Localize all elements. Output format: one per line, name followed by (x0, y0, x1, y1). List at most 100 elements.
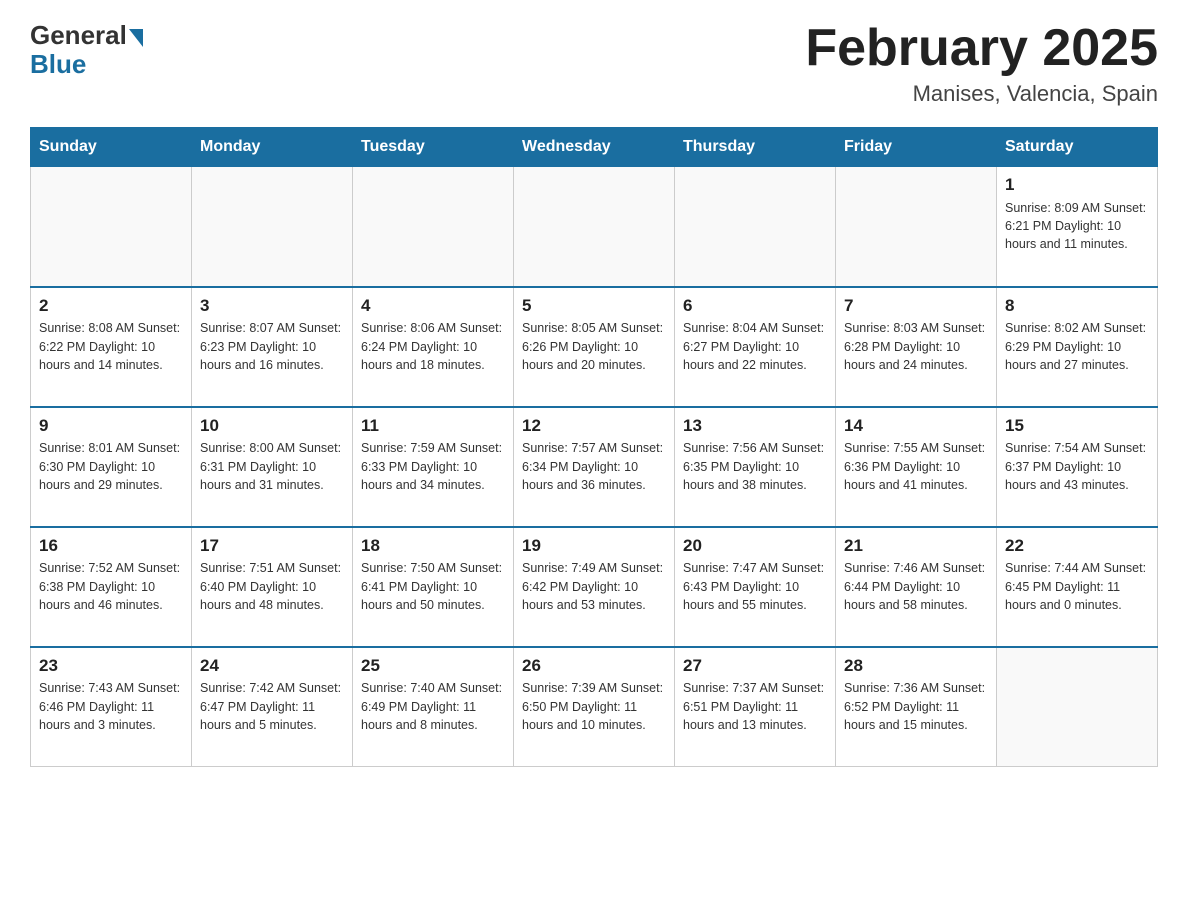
day-number: 17 (200, 534, 344, 558)
day-info: Sunrise: 8:07 AM Sunset: 6:23 PM Dayligh… (200, 319, 344, 373)
calendar-header-row: SundayMondayTuesdayWednesdayThursdayFrid… (31, 128, 1158, 167)
calendar-day-cell: 15Sunrise: 7:54 AM Sunset: 6:37 PM Dayli… (997, 407, 1158, 527)
day-info: Sunrise: 7:39 AM Sunset: 6:50 PM Dayligh… (522, 679, 666, 733)
day-number: 1 (1005, 173, 1149, 197)
day-of-week-header: Saturday (997, 128, 1158, 167)
day-number: 24 (200, 654, 344, 678)
day-info: Sunrise: 8:05 AM Sunset: 6:26 PM Dayligh… (522, 319, 666, 373)
day-info: Sunrise: 8:04 AM Sunset: 6:27 PM Dayligh… (683, 319, 827, 373)
page-header: General Blue February 2025 Manises, Vale… (30, 20, 1158, 107)
calendar-day-cell: 18Sunrise: 7:50 AM Sunset: 6:41 PM Dayli… (353, 527, 514, 647)
calendar-day-cell: 3Sunrise: 8:07 AM Sunset: 6:23 PM Daylig… (192, 287, 353, 407)
day-number: 12 (522, 414, 666, 438)
calendar-day-cell (997, 647, 1158, 767)
calendar-week-row: 2Sunrise: 8:08 AM Sunset: 6:22 PM Daylig… (31, 287, 1158, 407)
calendar-day-cell: 1Sunrise: 8:09 AM Sunset: 6:21 PM Daylig… (997, 167, 1158, 287)
day-number: 21 (844, 534, 988, 558)
day-number: 23 (39, 654, 183, 678)
calendar-day-cell (514, 167, 675, 287)
calendar-day-cell: 25Sunrise: 7:40 AM Sunset: 6:49 PM Dayli… (353, 647, 514, 767)
location-text: Manises, Valencia, Spain (805, 81, 1158, 107)
calendar-day-cell: 24Sunrise: 7:42 AM Sunset: 6:47 PM Dayli… (192, 647, 353, 767)
day-info: Sunrise: 7:57 AM Sunset: 6:34 PM Dayligh… (522, 439, 666, 493)
day-of-week-header: Tuesday (353, 128, 514, 167)
day-number: 28 (844, 654, 988, 678)
calendar-day-cell: 4Sunrise: 8:06 AM Sunset: 6:24 PM Daylig… (353, 287, 514, 407)
day-number: 18 (361, 534, 505, 558)
calendar-day-cell: 10Sunrise: 8:00 AM Sunset: 6:31 PM Dayli… (192, 407, 353, 527)
day-info: Sunrise: 8:08 AM Sunset: 6:22 PM Dayligh… (39, 319, 183, 373)
day-number: 27 (683, 654, 827, 678)
day-info: Sunrise: 7:46 AM Sunset: 6:44 PM Dayligh… (844, 559, 988, 613)
day-info: Sunrise: 8:09 AM Sunset: 6:21 PM Dayligh… (1005, 199, 1149, 253)
logo-general-text: General (30, 20, 127, 51)
day-number: 22 (1005, 534, 1149, 558)
day-number: 2 (39, 294, 183, 318)
day-of-week-header: Monday (192, 128, 353, 167)
calendar-day-cell (31, 167, 192, 287)
day-info: Sunrise: 7:44 AM Sunset: 6:45 PM Dayligh… (1005, 559, 1149, 613)
day-number: 13 (683, 414, 827, 438)
title-block: February 2025 Manises, Valencia, Spain (805, 20, 1158, 107)
calendar-day-cell: 12Sunrise: 7:57 AM Sunset: 6:34 PM Dayli… (514, 407, 675, 527)
day-info: Sunrise: 8:01 AM Sunset: 6:30 PM Dayligh… (39, 439, 183, 493)
calendar-day-cell: 14Sunrise: 7:55 AM Sunset: 6:36 PM Dayli… (836, 407, 997, 527)
day-info: Sunrise: 7:50 AM Sunset: 6:41 PM Dayligh… (361, 559, 505, 613)
calendar-day-cell: 17Sunrise: 7:51 AM Sunset: 6:40 PM Dayli… (192, 527, 353, 647)
calendar-day-cell: 20Sunrise: 7:47 AM Sunset: 6:43 PM Dayli… (675, 527, 836, 647)
month-title: February 2025 (805, 20, 1158, 77)
day-info: Sunrise: 7:37 AM Sunset: 6:51 PM Dayligh… (683, 679, 827, 733)
calendar-day-cell (675, 167, 836, 287)
day-number: 9 (39, 414, 183, 438)
calendar-day-cell: 16Sunrise: 7:52 AM Sunset: 6:38 PM Dayli… (31, 527, 192, 647)
day-info: Sunrise: 8:03 AM Sunset: 6:28 PM Dayligh… (844, 319, 988, 373)
calendar-day-cell: 8Sunrise: 8:02 AM Sunset: 6:29 PM Daylig… (997, 287, 1158, 407)
day-of-week-header: Sunday (31, 128, 192, 167)
calendar-day-cell: 11Sunrise: 7:59 AM Sunset: 6:33 PM Dayli… (353, 407, 514, 527)
calendar-day-cell (192, 167, 353, 287)
day-number: 19 (522, 534, 666, 558)
day-number: 7 (844, 294, 988, 318)
calendar-day-cell: 5Sunrise: 8:05 AM Sunset: 6:26 PM Daylig… (514, 287, 675, 407)
day-info: Sunrise: 7:54 AM Sunset: 6:37 PM Dayligh… (1005, 439, 1149, 493)
logo-arrow-icon (129, 29, 143, 47)
day-info: Sunrise: 7:52 AM Sunset: 6:38 PM Dayligh… (39, 559, 183, 613)
calendar-day-cell: 13Sunrise: 7:56 AM Sunset: 6:35 PM Dayli… (675, 407, 836, 527)
day-number: 6 (683, 294, 827, 318)
calendar-week-row: 1Sunrise: 8:09 AM Sunset: 6:21 PM Daylig… (31, 167, 1158, 287)
calendar-day-cell: 2Sunrise: 8:08 AM Sunset: 6:22 PM Daylig… (31, 287, 192, 407)
day-info: Sunrise: 7:43 AM Sunset: 6:46 PM Dayligh… (39, 679, 183, 733)
day-number: 4 (361, 294, 505, 318)
calendar-day-cell: 19Sunrise: 7:49 AM Sunset: 6:42 PM Dayli… (514, 527, 675, 647)
day-number: 3 (200, 294, 344, 318)
day-info: Sunrise: 7:55 AM Sunset: 6:36 PM Dayligh… (844, 439, 988, 493)
day-info: Sunrise: 7:36 AM Sunset: 6:52 PM Dayligh… (844, 679, 988, 733)
day-info: Sunrise: 7:42 AM Sunset: 6:47 PM Dayligh… (200, 679, 344, 733)
calendar-day-cell: 26Sunrise: 7:39 AM Sunset: 6:50 PM Dayli… (514, 647, 675, 767)
day-number: 20 (683, 534, 827, 558)
calendar-day-cell: 21Sunrise: 7:46 AM Sunset: 6:44 PM Dayli… (836, 527, 997, 647)
day-of-week-header: Wednesday (514, 128, 675, 167)
day-number: 15 (1005, 414, 1149, 438)
logo: General Blue (30, 20, 143, 80)
calendar-week-row: 9Sunrise: 8:01 AM Sunset: 6:30 PM Daylig… (31, 407, 1158, 527)
calendar-week-row: 23Sunrise: 7:43 AM Sunset: 6:46 PM Dayli… (31, 647, 1158, 767)
calendar-day-cell: 6Sunrise: 8:04 AM Sunset: 6:27 PM Daylig… (675, 287, 836, 407)
calendar-day-cell: 27Sunrise: 7:37 AM Sunset: 6:51 PM Dayli… (675, 647, 836, 767)
day-info: Sunrise: 8:00 AM Sunset: 6:31 PM Dayligh… (200, 439, 344, 493)
day-number: 14 (844, 414, 988, 438)
day-number: 25 (361, 654, 505, 678)
calendar-table: SundayMondayTuesdayWednesdayThursdayFrid… (30, 127, 1158, 767)
day-info: Sunrise: 7:51 AM Sunset: 6:40 PM Dayligh… (200, 559, 344, 613)
calendar-day-cell (836, 167, 997, 287)
calendar-day-cell (353, 167, 514, 287)
day-info: Sunrise: 7:59 AM Sunset: 6:33 PM Dayligh… (361, 439, 505, 493)
day-info: Sunrise: 7:40 AM Sunset: 6:49 PM Dayligh… (361, 679, 505, 733)
day-info: Sunrise: 7:49 AM Sunset: 6:42 PM Dayligh… (522, 559, 666, 613)
calendar-day-cell: 7Sunrise: 8:03 AM Sunset: 6:28 PM Daylig… (836, 287, 997, 407)
day-info: Sunrise: 7:47 AM Sunset: 6:43 PM Dayligh… (683, 559, 827, 613)
calendar-week-row: 16Sunrise: 7:52 AM Sunset: 6:38 PM Dayli… (31, 527, 1158, 647)
day-number: 26 (522, 654, 666, 678)
calendar-day-cell: 22Sunrise: 7:44 AM Sunset: 6:45 PM Dayli… (997, 527, 1158, 647)
logo-blue-text: Blue (30, 49, 86, 80)
